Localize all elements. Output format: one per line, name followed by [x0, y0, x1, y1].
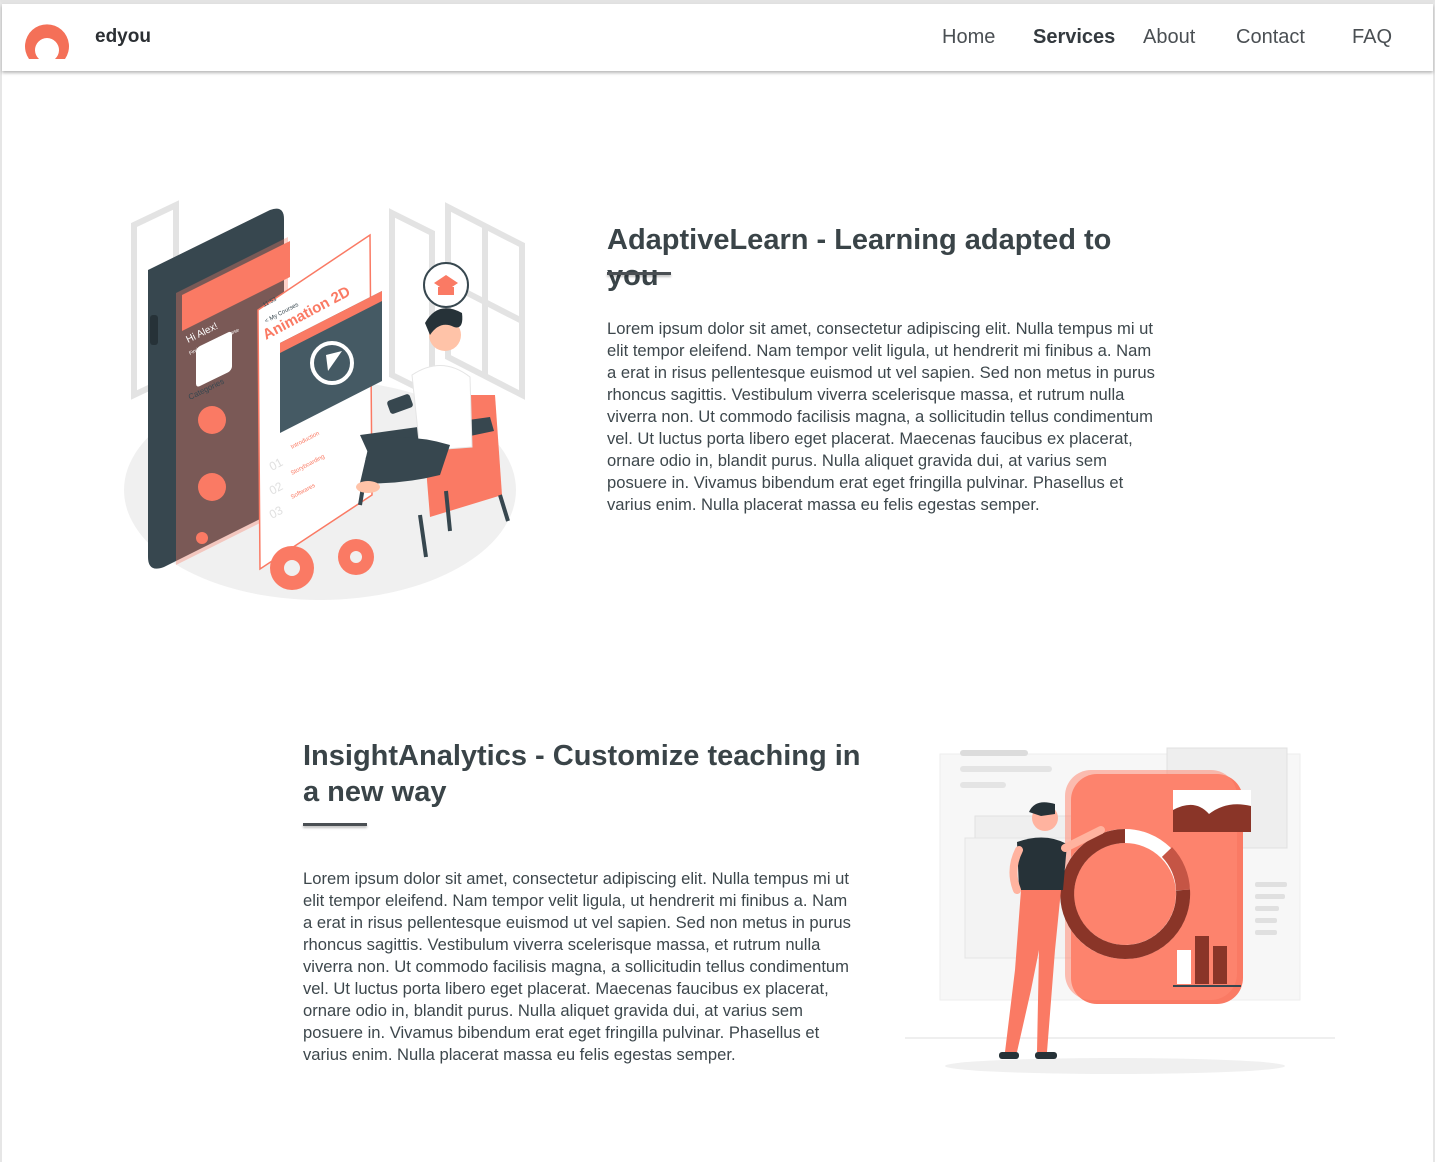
nav-about[interactable]: About	[1143, 26, 1195, 49]
analytics-illustration	[905, 747, 1335, 1074]
nav-faq[interactable]: FAQ	[1352, 26, 1392, 49]
section-2-title: InsightAnalytics - Customize teaching in…	[303, 740, 861, 808]
top-navbar: edyou Home Services About Contact FAQ	[2, 4, 1433, 71]
section-2-body: Lorem ipsum dolor sit amet, consectetur …	[303, 869, 851, 1064]
nav-services[interactable]: Services	[1033, 26, 1115, 49]
section-2-title-underline	[303, 823, 367, 826]
adaptive-learning-illustration: Hi Alex! Find your favorite course Categ…	[124, 200, 525, 600]
brand-name[interactable]: edyou	[95, 26, 151, 48]
section-1-title: AdaptiveLearn - Learning adapted to you	[607, 224, 1112, 292]
section-1-body: Lorem ipsum dolor sit amet, consectetur …	[607, 319, 1155, 514]
nav-home[interactable]: Home	[942, 26, 995, 49]
brand-logo-icon[interactable]	[21, 15, 73, 61]
section-1-title-underline	[607, 272, 671, 275]
nav-contact[interactable]: Contact	[1236, 26, 1305, 49]
